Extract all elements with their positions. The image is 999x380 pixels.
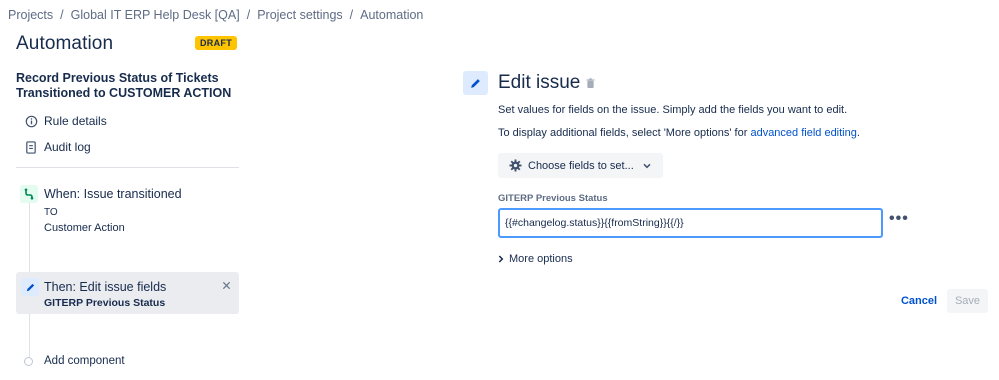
breadcrumb-separator: / <box>349 8 354 22</box>
action-title: Then: Edit issue fields <box>44 280 167 294</box>
breadcrumb: Projects / Global IT ERP Help Desk [QA] / Pr… <box>8 8 423 22</box>
advanced-prefix: To display additional fields, select 'Mo… <box>498 127 751 139</box>
breadcrumb-project[interactable]: Global IT ERP Help Desk [QA] <box>71 8 240 22</box>
page-title: Automation <box>16 33 114 54</box>
panel-description-advanced: To display additional fields, select 'Mo… <box>498 127 860 139</box>
breadcrumb-separator: / <box>246 8 251 22</box>
breadcrumb-separator: / <box>60 8 64 22</box>
close-icon[interactable] <box>222 278 231 293</box>
edit-issue-icon <box>463 71 488 95</box>
cancel-button[interactable]: Cancel <box>897 289 941 313</box>
giterp-previous-status-input[interactable] <box>498 208 883 238</box>
trigger-sub-label: TO <box>44 207 58 218</box>
rule-details-link[interactable]: Rule details <box>24 114 107 128</box>
transition-icon <box>20 185 38 203</box>
choose-fields-button[interactable]: Choose fields to set... <box>498 153 663 178</box>
add-component-button[interactable]: Add component <box>24 355 125 367</box>
draft-badge: DRAFT <box>195 36 237 50</box>
pencil-icon <box>21 278 39 296</box>
trigger-title: When: Issue transitioned <box>44 187 182 201</box>
choose-fields-label: Choose fields to set... <box>528 159 634 172</box>
rule-name: Record Previous Status of Tickets Transi… <box>16 71 232 100</box>
more-icon[interactable]: ••• <box>889 210 909 228</box>
add-component-label: Add component <box>44 355 125 367</box>
breadcrumb-projects[interactable]: Projects <box>8 8 53 22</box>
audit-log-label: Audit log <box>44 140 91 154</box>
trigger-sub-value: Customer Action <box>44 222 125 234</box>
more-options-toggle[interactable]: More options <box>498 253 573 265</box>
action-component[interactable]: Then: Edit issue fields GITERP Previous … <box>16 272 239 314</box>
gear-icon <box>509 159 522 172</box>
advanced-field-editing-link[interactable]: advanced field editing <box>750 127 856 139</box>
breadcrumb-automation[interactable]: Automation <box>360 8 423 22</box>
field-label: GITERP Previous Status <box>498 193 608 204</box>
panel-title: Edit issue <box>498 72 595 94</box>
info-icon <box>24 114 38 128</box>
audit-log-link[interactable]: Audit log <box>24 140 91 154</box>
panel-title-text: Edit issue <box>498 72 581 93</box>
document-icon <box>24 140 38 154</box>
panel-description: Set values for fields on the issue. Simp… <box>498 104 848 116</box>
rule-details-label: Rule details <box>44 114 107 128</box>
save-button[interactable]: Save <box>947 289 988 313</box>
more-options-label: More options <box>509 253 573 265</box>
breadcrumb-project-settings[interactable]: Project settings <box>257 8 342 22</box>
trash-icon[interactable] <box>586 77 595 89</box>
advanced-suffix: . <box>856 127 860 139</box>
chevron-right-icon <box>498 255 504 263</box>
sidebar-divider <box>16 167 239 168</box>
chevron-down-icon <box>643 163 651 169</box>
action-subtitle: GITERP Previous Status <box>44 297 166 309</box>
add-component-dot <box>24 356 33 366</box>
trigger-component[interactable]: When: Issue transitioned TO Customer Act… <box>16 182 239 242</box>
